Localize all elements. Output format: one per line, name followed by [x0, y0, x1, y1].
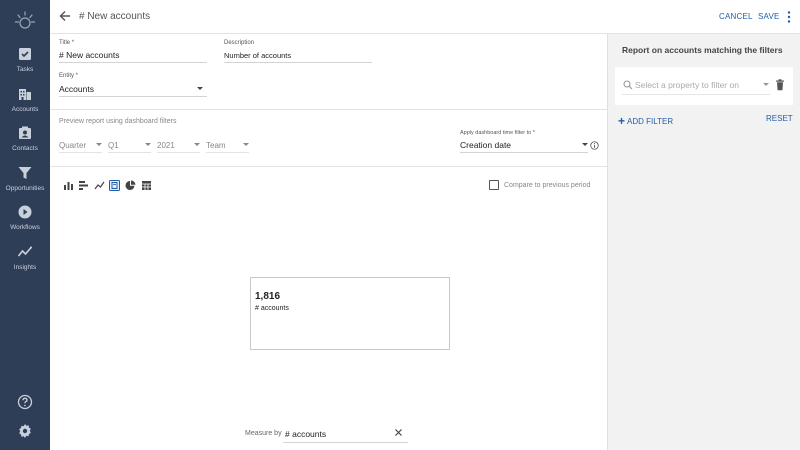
time-filter-label: Apply dashboard time filter to *	[460, 130, 535, 136]
clear-icon[interactable]	[394, 428, 403, 437]
entity-underline	[59, 96, 207, 97]
divider	[50, 109, 607, 110]
bar-chart-icon[interactable]	[63, 180, 74, 191]
period-underline	[59, 152, 102, 153]
workflows-icon	[18, 205, 32, 219]
nav-item-contacts[interactable]: Contacts	[0, 125, 50, 161]
nav-item-opportunities[interactable]: Opportunities	[0, 165, 50, 201]
add-filter-label: ADD FILTER	[627, 117, 674, 126]
add-filter-button[interactable]: + ADD FILTER	[618, 114, 673, 128]
time-filter-chevron-down-icon[interactable]	[582, 143, 588, 146]
team-underline	[206, 152, 249, 153]
pie-chart-icon[interactable]	[125, 180, 136, 191]
filter-panel-title: Report on accounts matching the filters	[622, 45, 783, 55]
trash-icon[interactable]	[775, 79, 785, 91]
nav-item-accounts[interactable]: Accounts	[0, 86, 50, 122]
property-underline	[622, 94, 770, 95]
nav-item-insights[interactable]: Insights	[0, 244, 50, 280]
quarter-underline	[108, 152, 151, 153]
property-select[interactable]: Select a property to filter on	[635, 80, 739, 90]
number-card-icon[interactable]	[109, 180, 120, 191]
nav-item-tasks[interactable]: Tasks	[0, 46, 50, 82]
description-label: Description	[224, 40, 255, 46]
preview-label: Preview report using dashboard filters	[59, 118, 177, 125]
quarter-select[interactable]: Q1	[108, 141, 119, 150]
team-chevron-down-icon[interactable]	[243, 143, 249, 146]
title-underline	[59, 62, 207, 63]
year-select[interactable]: 2021	[157, 141, 175, 150]
time-filter-underline	[460, 152, 588, 153]
left-nav: Tasks Accounts Contacts Opportunities Wo…	[0, 0, 50, 450]
back-arrow-icon[interactable]	[58, 9, 72, 23]
nav-label-contacts: Contacts	[12, 145, 38, 152]
compare-checkbox[interactable]	[489, 180, 499, 190]
filter-row: Select a property to filter on	[615, 67, 793, 105]
help-icon[interactable]	[17, 394, 33, 410]
card-value: 1,816	[255, 291, 281, 302]
save-button[interactable]: SAVE	[758, 12, 780, 21]
entity-select[interactable]: Accounts	[59, 84, 94, 94]
divider	[50, 166, 607, 167]
year-underline	[157, 152, 200, 153]
title-field[interactable]: # New accounts	[59, 50, 119, 60]
table-icon[interactable]	[141, 180, 152, 191]
tasks-icon	[19, 48, 31, 60]
header: # New accounts CANCEL SAVE	[50, 0, 800, 34]
accounts-icon	[19, 89, 31, 100]
number-card: 1,816 # accounts	[250, 277, 450, 350]
team-select[interactable]: Team	[206, 141, 226, 150]
nav-label-accounts: Accounts	[11, 106, 39, 113]
nav-label-insights: Insights	[13, 264, 37, 271]
opportunities-icon	[18, 167, 32, 179]
logo-icon[interactable]	[14, 10, 36, 32]
filter-panel: Report on accounts matching the filters …	[607, 34, 800, 450]
line-chart-icon[interactable]	[94, 180, 105, 191]
period-chevron-down-icon[interactable]	[96, 143, 102, 146]
time-filter-select[interactable]: Creation date	[460, 140, 511, 150]
settings-icon[interactable]	[17, 423, 33, 439]
page-title: # New accounts	[79, 11, 151, 22]
reset-button[interactable]: RESET	[766, 114, 793, 123]
nav-item-workflows[interactable]: Workflows	[0, 204, 50, 240]
compare-label: Compare to previous period	[504, 182, 591, 189]
quarter-chevron-down-icon[interactable]	[145, 143, 151, 146]
period-select[interactable]: Quarter	[59, 141, 86, 150]
property-chevron-down-icon[interactable]	[763, 83, 769, 86]
description-field[interactable]: Number of accounts	[224, 51, 291, 60]
measure-select[interactable]: # accounts	[285, 429, 326, 439]
horizontal-bar-icon[interactable]	[78, 180, 89, 191]
contacts-icon	[19, 126, 31, 139]
entity-label: Entity *	[59, 73, 79, 79]
search-icon	[623, 80, 633, 90]
title-label: Title *	[59, 40, 75, 46]
year-chevron-down-icon[interactable]	[194, 143, 200, 146]
nav-label-opportunities: Opportunities	[5, 185, 45, 192]
entity-chevron-down-icon[interactable]	[197, 87, 203, 90]
info-icon[interactable]	[590, 141, 599, 150]
cancel-button[interactable]: CANCEL	[719, 12, 753, 21]
plus-icon: +	[618, 114, 626, 128]
nav-label-tasks: Tasks	[16, 66, 34, 73]
more-options-icon[interactable]	[786, 10, 792, 24]
description-underline	[224, 62, 372, 63]
nav-label-workflows: Workflows	[10, 224, 40, 231]
card-label: # accounts	[255, 305, 289, 312]
insights-icon	[17, 246, 33, 257]
measure-underline	[283, 442, 408, 443]
measure-label: Measure by	[245, 430, 282, 437]
